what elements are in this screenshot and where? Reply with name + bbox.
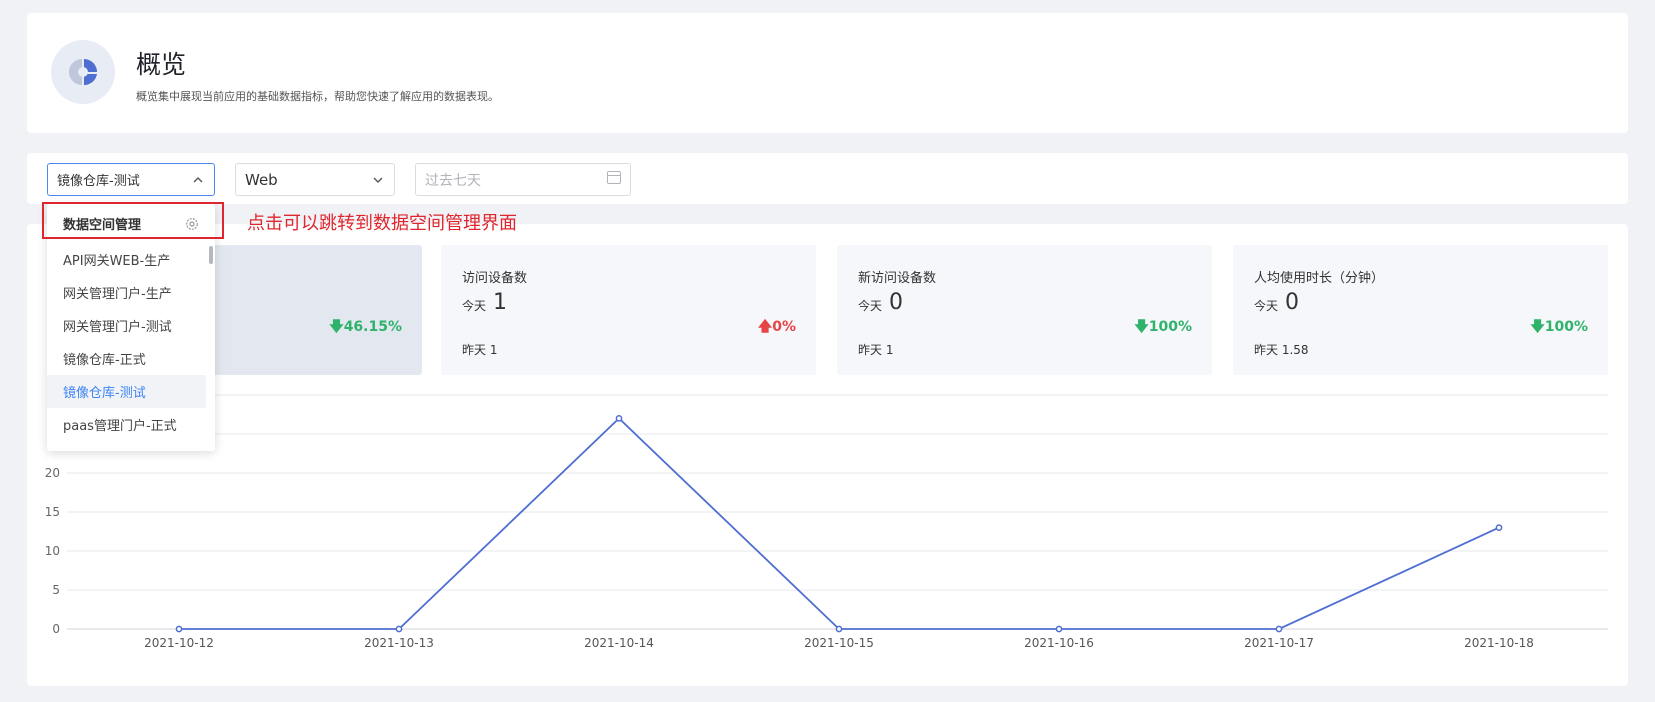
y-tick-label: 0 xyxy=(52,622,60,636)
app-select-value: 镜像仓库-测试 xyxy=(57,174,140,189)
dropdown-item[interactable]: 网关管理门户-生产 xyxy=(47,276,206,309)
date-range-picker[interactable]: 过去七天 xyxy=(415,163,631,196)
series-line xyxy=(179,417,1500,630)
app-select[interactable]: 镜像仓库-测试 xyxy=(47,163,215,196)
dropdown-item[interactable]: paas管理门户-正式 xyxy=(47,408,206,441)
page-description: 概览集中展现当前应用的基础数据指标，帮助您快速了解应用的数据表现。 xyxy=(136,90,499,103)
data-point xyxy=(1055,625,1063,633)
annotation-highlight-box xyxy=(42,202,224,239)
x-tick-label: 2021-10-15 xyxy=(804,636,874,650)
calendar-icon xyxy=(607,171,621,184)
platform-select[interactable]: Web xyxy=(235,163,395,196)
annotation-text: 点击可以跳转到数据空间管理界面 xyxy=(247,213,517,234)
y-tick-label: 10 xyxy=(45,544,60,558)
x-tick-label: 2021-10-17 xyxy=(1244,636,1314,650)
x-tick-label: 2021-10-18 xyxy=(1464,636,1534,650)
data-point xyxy=(1275,625,1283,633)
pie-chart-icon xyxy=(69,59,97,86)
chevron-down-icon xyxy=(373,177,383,183)
page-title: 概览 xyxy=(136,50,187,79)
y-tick-label: 15 xyxy=(45,505,60,519)
x-tick-label: 2021-10-16 xyxy=(1024,636,1094,650)
x-tick-label: 2021-10-14 xyxy=(584,636,654,650)
filter-bar: 镜像仓库-测试 Web 过去七天 xyxy=(27,153,1628,204)
overview-header: 概览 概览集中展现当前应用的基础数据指标，帮助您快速了解应用的数据表现。 xyxy=(27,13,1628,133)
overview-content: 🡇46.15% 访问设备数 今天 1 昨天 1 🡅0% 新访问设备数 今天 0 … xyxy=(27,224,1628,686)
y-tick-label: 5 xyxy=(52,583,60,597)
date-range-placeholder: 过去七天 xyxy=(425,172,481,189)
trend-line-chart: 0 5 10 15 20 2021-10-12 2021-10-13 2021-10-14 20… xyxy=(45,394,1608,650)
data-point xyxy=(175,625,183,633)
platform-select-value: Web xyxy=(245,170,278,189)
dropdown-item[interactable]: 网关管理门户-测试 xyxy=(47,309,206,342)
data-point xyxy=(835,625,843,633)
x-tick-label: 2021-10-12 xyxy=(144,636,214,650)
logo xyxy=(51,40,115,104)
dropdown-scrollbar[interactable] xyxy=(209,246,213,264)
data-point xyxy=(615,415,623,422)
app-dropdown-menu: API网关WEB-生产 网关管理门户-生产 网关管理门户-测试 镜像仓库-正式 镜像仓库… xyxy=(47,204,215,451)
data-point xyxy=(395,625,403,633)
dropdown-item[interactable]: 镜像仓库-正式 xyxy=(47,342,206,375)
data-point xyxy=(1495,524,1503,531)
y-tick-label: 20 xyxy=(45,466,60,480)
dropdown-item[interactable]: API网关WEB-生产 xyxy=(47,243,206,276)
chevron-up-icon xyxy=(193,177,203,183)
dropdown-item[interactable]: 镜像仓库-测试 xyxy=(47,375,206,408)
x-tick-label: 2021-10-13 xyxy=(364,636,434,650)
